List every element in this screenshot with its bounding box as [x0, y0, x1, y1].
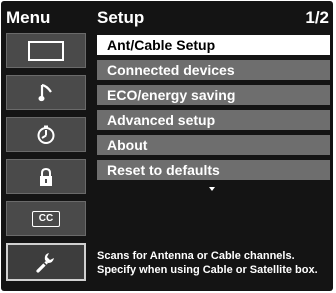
- setup-title: Setup: [97, 8, 145, 27]
- help-line: Specify when using Cable or Satellite bo…: [97, 264, 318, 276]
- picture-icon: [28, 40, 64, 61]
- menu-frame: Menu CC Setup 1/2 Ant/Cable Setup Connec…: [1, 1, 333, 291]
- menu-column: Menu CC: [1, 1, 90, 291]
- option-eco-energy-saving[interactable]: ECO/energy saving: [97, 85, 330, 105]
- option-ant-cable-setup[interactable]: Ant/Cable Setup: [97, 35, 330, 55]
- page-indicator: 1/2: [305, 8, 329, 27]
- menu-title: Menu: [6, 8, 51, 27]
- menu-item-timer[interactable]: [6, 117, 86, 152]
- menu-item-closed-caption[interactable]: CC: [6, 201, 86, 236]
- setup-wrench-icon: [35, 251, 57, 273]
- lock-icon: [38, 167, 54, 187]
- menu-item-picture[interactable]: [6, 33, 86, 68]
- tv-screen: Menu CC Setup 1/2 Ant/Cable Setup Connec…: [0, 0, 336, 293]
- timer-icon: [36, 125, 56, 145]
- option-connected-devices[interactable]: Connected devices: [97, 60, 330, 80]
- option-advanced-setup[interactable]: Advanced setup: [97, 110, 330, 130]
- help-line: Scans for Antenna or Cable channels.: [97, 250, 295, 262]
- more-options-arrow-icon: [209, 187, 215, 191]
- music-note-icon: [38, 83, 54, 103]
- menu-item-lock[interactable]: [6, 159, 86, 194]
- closed-caption-icon: CC: [32, 210, 60, 227]
- menu-item-setup[interactable]: [6, 243, 86, 281]
- option-about[interactable]: About: [97, 135, 330, 155]
- menu-item-audio[interactable]: [6, 75, 86, 110]
- option-reset-to-defaults[interactable]: Reset to defaults: [97, 160, 330, 180]
- help-text: Scans for Antenna or Cable channels. Spe…: [97, 249, 333, 277]
